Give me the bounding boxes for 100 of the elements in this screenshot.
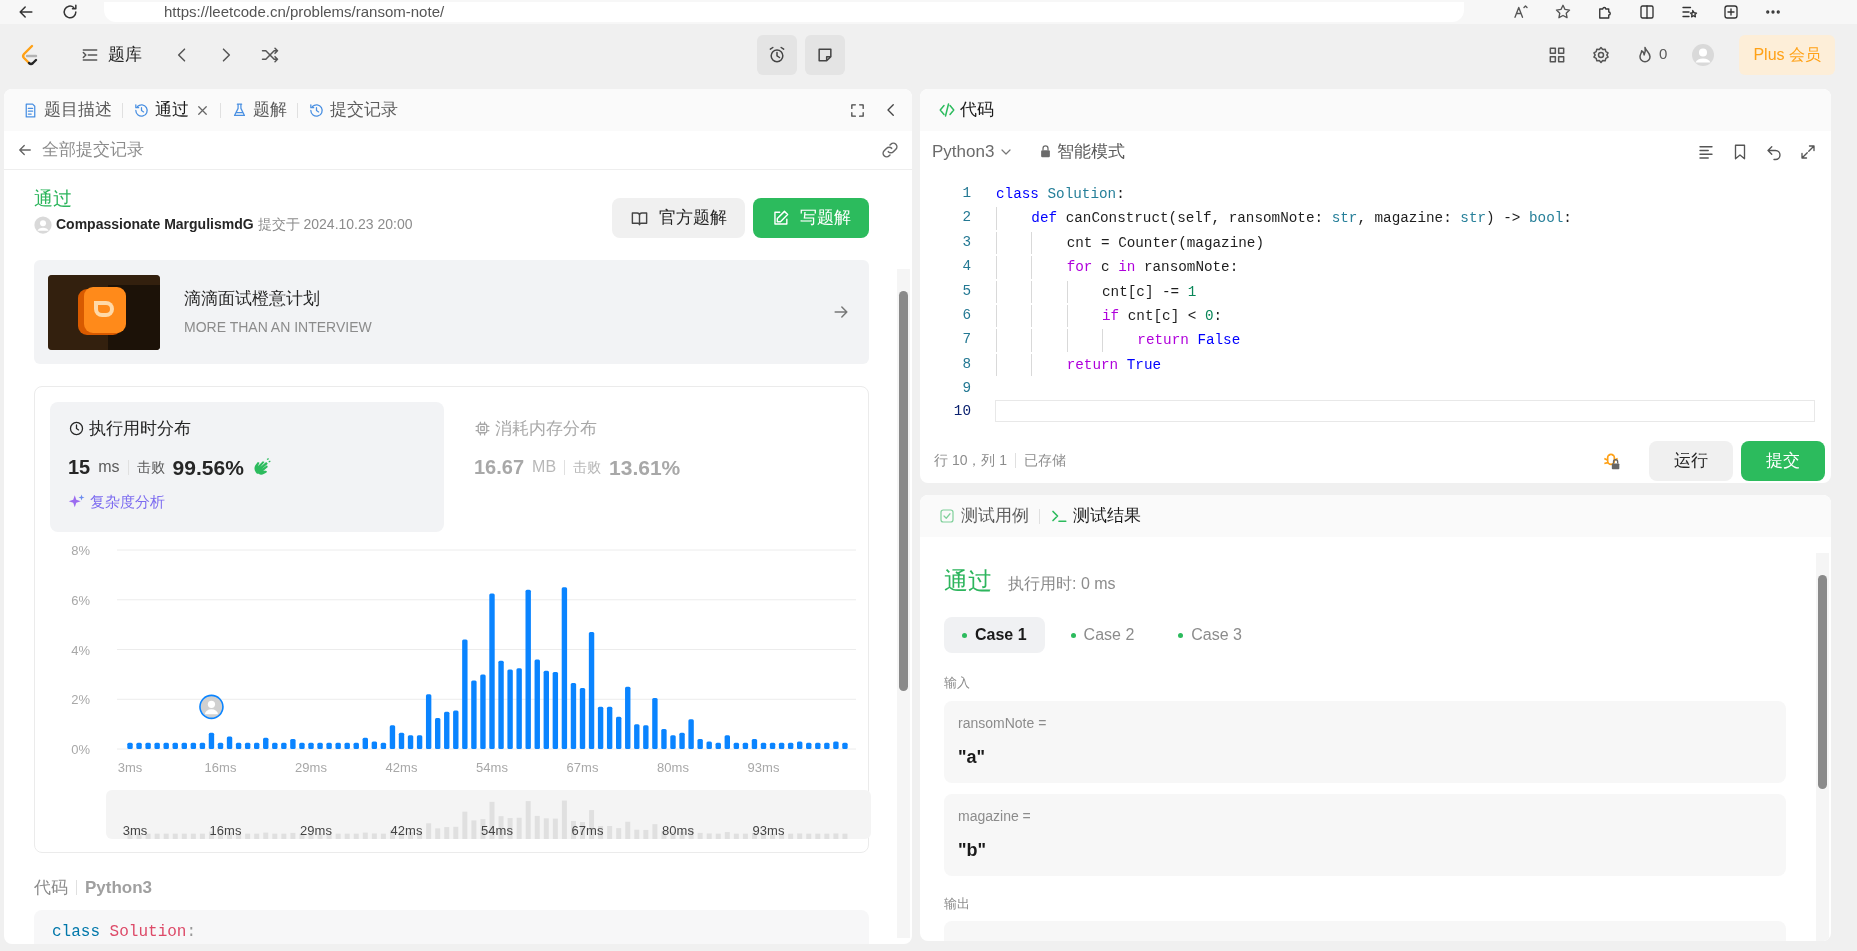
panel-tab[interactable]: 题解: [225, 97, 293, 123]
run-button[interactable]: 运行: [1649, 440, 1733, 481]
bar[interactable]: [670, 735, 676, 749]
bar[interactable]: [742, 742, 749, 749]
bar[interactable]: [806, 742, 812, 749]
bar[interactable]: [688, 718, 694, 749]
bar[interactable]: [797, 741, 803, 749]
bar[interactable]: [534, 659, 540, 749]
bar[interactable]: [435, 717, 441, 749]
bar[interactable]: [380, 742, 387, 749]
console-tab[interactable]: 测试用例: [932, 503, 1035, 529]
back-link[interactable]: 全部提交记录: [16, 137, 144, 163]
bar[interactable]: [471, 680, 477, 749]
note-button[interactable]: [805, 34, 845, 75]
bar[interactable]: [634, 723, 640, 749]
range-navigator[interactable]: [106, 789, 871, 839]
settings-icon[interactable]: [1591, 44, 1612, 65]
bar[interactable]: [661, 728, 667, 749]
bar[interactable]: [643, 725, 649, 749]
bar[interactable]: [344, 742, 350, 749]
bar[interactable]: [552, 671, 559, 749]
bar[interactable]: [145, 742, 151, 749]
bar[interactable]: [625, 686, 631, 749]
bar[interactable]: [244, 742, 251, 749]
case-tab[interactable]: Case 2: [1052, 617, 1153, 654]
user-name[interactable]: Compassionate MargulismdG: [56, 214, 254, 235]
bar[interactable]: [597, 706, 604, 749]
panel-tab[interactable]: 题目描述: [16, 97, 118, 123]
bar[interactable]: [172, 742, 178, 749]
bar[interactable]: [616, 716, 622, 749]
code-tab[interactable]: 代码: [932, 97, 1000, 123]
scrollbar[interactable]: [1816, 553, 1829, 941]
bar[interactable]: [308, 742, 314, 749]
bar[interactable]: [787, 742, 794, 749]
maximize-icon[interactable]: [1799, 142, 1817, 161]
bar[interactable]: [606, 706, 613, 749]
read-aloud-icon[interactable]: [1512, 3, 1530, 21]
bar[interactable]: [444, 711, 450, 749]
case-tab[interactable]: Case 3: [1160, 617, 1260, 654]
bar[interactable]: [272, 742, 278, 749]
bar[interactable]: [254, 742, 260, 749]
bar[interactable]: [833, 741, 839, 749]
address-bar[interactable]: https://leetcode.cn/problems/ransom-note/: [104, 2, 1464, 22]
bar[interactable]: [824, 742, 830, 749]
bar[interactable]: [353, 742, 359, 749]
bar[interactable]: [751, 738, 758, 749]
refresh-icon[interactable]: [60, 2, 80, 22]
bar[interactable]: [235, 742, 242, 749]
bar[interactable]: [199, 742, 206, 749]
bar[interactable]: [706, 741, 712, 749]
bar[interactable]: [561, 587, 568, 749]
bar[interactable]: [317, 742, 323, 749]
bar[interactable]: [362, 737, 368, 749]
bar[interactable]: [371, 741, 378, 749]
bar[interactable]: [136, 742, 142, 749]
panel-tab[interactable]: 通过: [127, 97, 195, 123]
bar[interactable]: [543, 670, 549, 749]
bar[interactable]: [425, 694, 432, 749]
timer-button[interactable]: [757, 34, 797, 75]
promo-banner[interactable]: 滴滴面试橙意计划 MORE THAN AN INTERVIEW: [34, 260, 869, 364]
bar[interactable]: [326, 742, 332, 749]
bar[interactable]: [127, 742, 133, 749]
bar[interactable]: [208, 732, 215, 749]
bar[interactable]: [181, 742, 187, 749]
bar[interactable]: [217, 742, 224, 749]
bar[interactable]: [516, 667, 522, 749]
bar[interactable]: [815, 742, 821, 749]
bar[interactable]: [570, 682, 577, 749]
bar[interactable]: [398, 732, 405, 749]
bar[interactable]: [453, 710, 459, 749]
smart-mode-toggle[interactable]: 智能模式: [1038, 138, 1126, 165]
bar[interactable]: [190, 742, 197, 749]
bar[interactable]: [733, 742, 740, 749]
bar[interactable]: [679, 732, 685, 749]
bar[interactable]: [588, 631, 595, 749]
language-dropdown[interactable]: Python3: [932, 138, 1015, 165]
official-solution-button[interactable]: 官方题解: [612, 198, 745, 238]
stats-tab[interactable]: 执行用时分布 15 ms 击败 99.56% 复杂度分析: [50, 402, 444, 532]
bar[interactable]: [579, 687, 586, 749]
collections-icon[interactable]: [1722, 3, 1740, 21]
bar[interactable]: [697, 738, 703, 749]
avatar-marker[interactable]: [199, 694, 224, 719]
bar[interactable]: [715, 742, 721, 749]
fullscreen-icon[interactable]: [849, 101, 866, 119]
bar[interactable]: [724, 735, 730, 749]
console-tab[interactable]: 测试结果: [1044, 503, 1147, 529]
problem-list-button[interactable]: 题库: [74, 40, 148, 69]
bar[interactable]: [389, 725, 396, 749]
bar[interactable]: [769, 742, 776, 749]
bar[interactable]: [163, 742, 169, 749]
star-icon[interactable]: [1554, 3, 1572, 21]
link-icon[interactable]: [880, 140, 900, 160]
bar[interactable]: [263, 737, 269, 749]
bar[interactable]: [154, 742, 160, 749]
bar[interactable]: [525, 589, 531, 749]
complexity-link[interactable]: 复杂度分析: [68, 491, 165, 514]
panel-tab[interactable]: 提交记录: [302, 97, 404, 123]
bar[interactable]: [281, 742, 287, 749]
bar[interactable]: [335, 742, 341, 749]
split-screen-icon[interactable]: [1638, 3, 1656, 21]
